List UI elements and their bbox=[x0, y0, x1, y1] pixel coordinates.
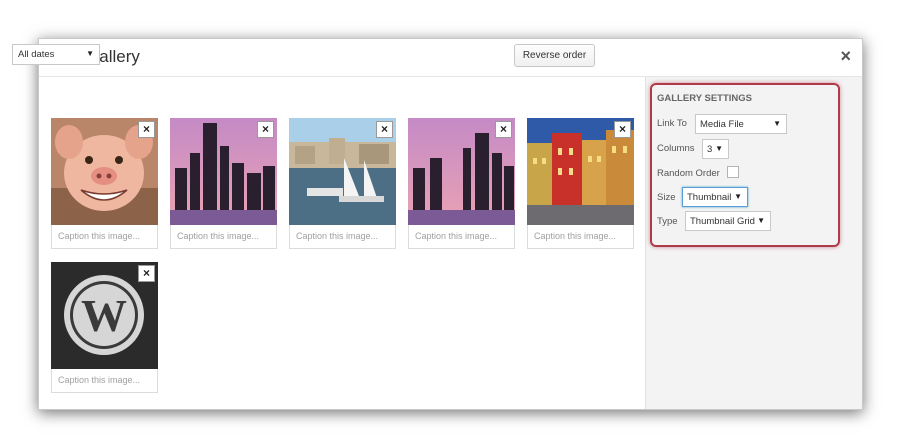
reverse-order-button[interactable]: Reverse order bbox=[514, 44, 595, 67]
modal-header: Edit Gallery × bbox=[39, 39, 862, 77]
type-value: Thumbnail Grid bbox=[690, 216, 755, 227]
random-order-checkbox[interactable] bbox=[727, 166, 739, 178]
date-filter-select[interactable]: All dates ▼ bbox=[12, 44, 100, 65]
remove-image-button[interactable]: × bbox=[257, 121, 274, 138]
image-thumbnail[interactable]: × bbox=[527, 118, 634, 225]
type-label: Type bbox=[657, 216, 678, 227]
size-select[interactable]: Thumbnail ▼ bbox=[682, 187, 748, 207]
type-select[interactable]: Thumbnail Grid ▼ bbox=[685, 211, 771, 231]
chevron-down-icon: ▼ bbox=[86, 49, 94, 58]
remove-image-button[interactable]: × bbox=[138, 265, 155, 282]
chevron-down-icon: ▼ bbox=[734, 192, 742, 201]
chevron-down-icon: ▼ bbox=[773, 119, 781, 128]
link-to-value: Media File bbox=[700, 119, 744, 130]
image-thumbnail[interactable]: × bbox=[289, 118, 396, 225]
gallery-item[interactable]: W × Caption this image... bbox=[51, 262, 158, 393]
image-thumbnail[interactable]: W × bbox=[51, 262, 158, 369]
caption-input[interactable]: Caption this image... bbox=[170, 225, 277, 249]
remove-image-button[interactable]: × bbox=[614, 121, 631, 138]
size-value: Thumbnail bbox=[687, 192, 732, 203]
gallery-settings-title: GALLERY SETTINGS bbox=[657, 93, 753, 104]
random-order-label: Random Order bbox=[657, 168, 720, 179]
link-to-select[interactable]: Media File ▼ bbox=[695, 114, 787, 134]
remove-image-button[interactable]: × bbox=[376, 121, 393, 138]
caption-input[interactable]: Caption this image... bbox=[51, 225, 158, 249]
gallery-item[interactable]: × Caption this image... bbox=[289, 118, 396, 249]
svg-text:W: W bbox=[81, 290, 127, 341]
chevron-down-icon: ▼ bbox=[757, 216, 765, 225]
gallery-item[interactable]: × Caption this image... bbox=[408, 118, 515, 249]
date-filter-value: All dates bbox=[18, 49, 55, 60]
columns-label: Columns bbox=[657, 143, 695, 154]
remove-image-button[interactable]: × bbox=[138, 121, 155, 138]
image-thumbnail[interactable]: × bbox=[51, 118, 158, 225]
caption-input[interactable]: Caption this image... bbox=[51, 369, 158, 393]
close-icon[interactable]: × bbox=[840, 47, 851, 65]
chevron-down-icon: ▼ bbox=[715, 144, 723, 153]
gallery-item[interactable]: × Caption this image... bbox=[527, 118, 634, 249]
gallery-item[interactable]: × Caption this image... bbox=[170, 118, 277, 249]
gallery-item[interactable]: × Caption this image... bbox=[51, 118, 158, 249]
caption-input[interactable]: Caption this image... bbox=[527, 225, 634, 249]
columns-select[interactable]: 3 ▼ bbox=[702, 139, 729, 159]
remove-image-button[interactable]: × bbox=[495, 121, 512, 138]
caption-input[interactable]: Caption this image... bbox=[289, 225, 396, 249]
image-thumbnail[interactable]: × bbox=[170, 118, 277, 225]
image-thumbnail[interactable]: × bbox=[408, 118, 515, 225]
caption-input[interactable]: Caption this image... bbox=[408, 225, 515, 249]
columns-value: 3 bbox=[707, 144, 713, 155]
link-to-label: Link To bbox=[657, 118, 687, 129]
size-label: Size bbox=[657, 192, 676, 203]
